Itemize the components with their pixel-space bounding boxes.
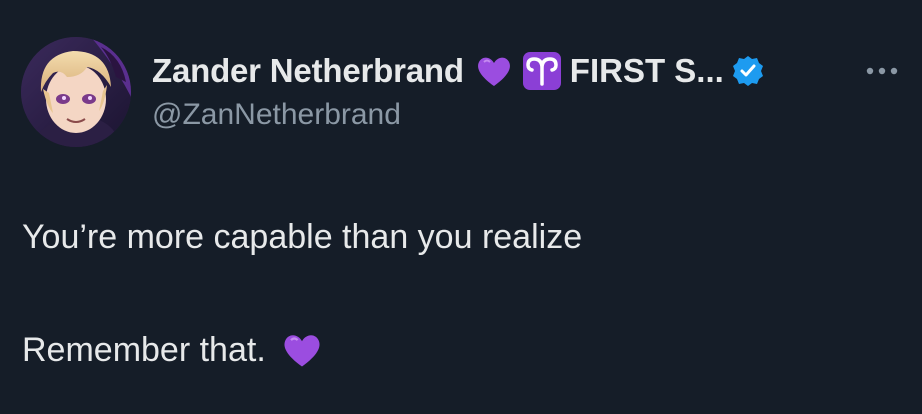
tweet-text-line: You’re more capable than you realize <box>22 218 583 256</box>
aries-icon <box>522 51 562 91</box>
author-name-row[interactable]: Zander Netherbrand FIRST S... <box>152 46 764 96</box>
purple-heart-icon <box>474 51 514 91</box>
author-handle[interactable]: @ZanNetherbrand <box>152 98 401 132</box>
tweet-card[interactable]: Zander Netherbrand FIRST S... @ZanNether… <box>0 0 922 414</box>
author-display-name[interactable]: Zander Netherbrand <box>152 52 464 90</box>
author-name-suffix[interactable]: FIRST S... <box>570 52 724 90</box>
tweet-text-line-content: Remember that. <box>22 330 266 369</box>
tweet-header: Zander Netherbrand FIRST S... <box>152 46 902 96</box>
tweet-text-line: Remember that. <box>22 328 324 372</box>
purple-heart-icon <box>280 328 324 372</box>
avatar[interactable] <box>21 37 131 147</box>
verified-badge-icon[interactable] <box>732 55 764 87</box>
more-options-icon[interactable] <box>862 56 902 86</box>
